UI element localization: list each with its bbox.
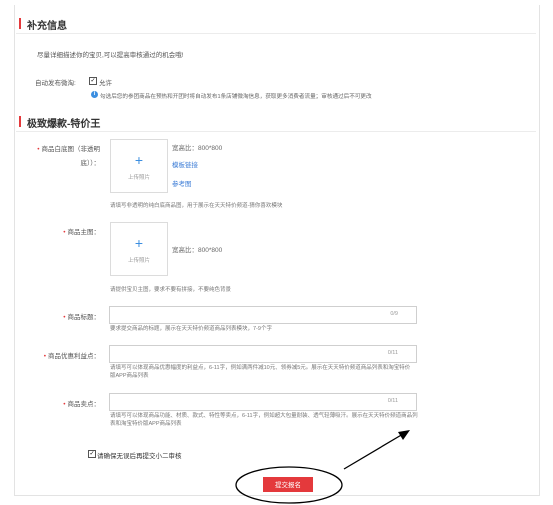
annotation-overlay	[235, 430, 410, 504]
annotation-arrow-head	[398, 430, 410, 440]
annotation-arrow-line	[343, 433, 404, 470]
submit-button[interactable]: 提交报名	[263, 477, 313, 492]
